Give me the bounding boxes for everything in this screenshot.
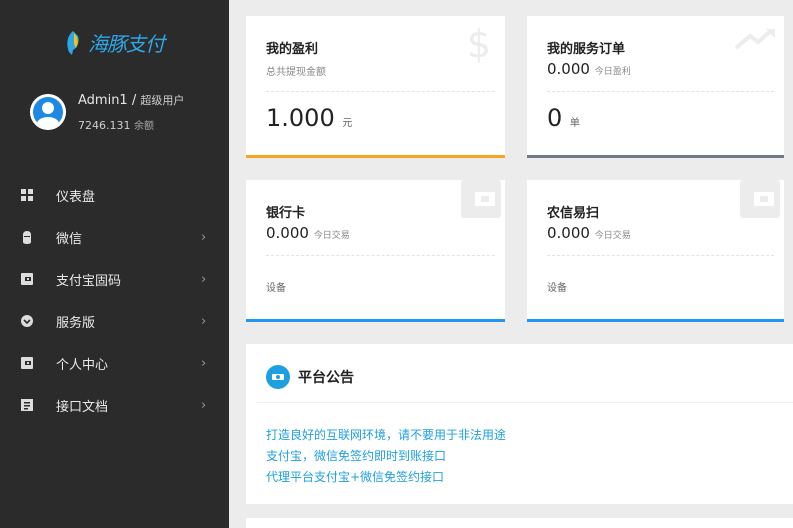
wallet-icon [461, 180, 501, 218]
stat-value: 0.000 [266, 224, 309, 242]
divider [256, 402, 793, 403]
accent-bar [246, 155, 505, 158]
brand-logo[interactable]: 海豚支付 [64, 28, 165, 57]
announcement-line[interactable]: 代理平台支付宝+微信免签约接口 [266, 468, 444, 485]
wallet-icon [740, 180, 780, 218]
device-label[interactable]: 设备 [547, 279, 567, 294]
user-balance: 7246.131 余额 [78, 117, 154, 132]
chevron-right-icon: › [201, 313, 207, 329]
nav-label: 服务版 [56, 315, 96, 331]
stat-label: 今日盈利 [594, 67, 631, 77]
card-title: 我的服务订单 [547, 42, 626, 57]
nav-item-api-docs[interactable]: 接口文档 › [0, 384, 229, 426]
card-value: 0 单 [547, 104, 580, 132]
card-stat: 0.000 今日盈利 [547, 60, 631, 78]
user-separator: / [131, 93, 137, 108]
stat-value: 0.000 [547, 60, 590, 78]
chevron-right-icon: › [201, 355, 207, 371]
chevron-right-icon: › [201, 229, 207, 245]
wechat-icon [20, 230, 34, 244]
user-name-role: Admin1 / 超级用户 [78, 92, 184, 108]
nav-item-dashboard[interactable]: 仪表盘 [0, 174, 229, 216]
card-value: 1.000 元 [266, 104, 352, 132]
avatar[interactable] [30, 94, 66, 130]
orders-card: 我的服务订单 0.000 今日盈利 0 单 [527, 16, 784, 158]
balance-value: 7246.131 [78, 119, 131, 132]
accent-bar [527, 319, 784, 322]
balance-unit: 余额 [134, 121, 154, 132]
announcement-line[interactable]: 支付宝，微信免签约即时到账接口 [266, 447, 446, 464]
dollar-icon: $ [466, 22, 491, 66]
orders-value: 0 [547, 104, 563, 132]
nav-item-profile[interactable]: 个人中心 › [0, 342, 229, 384]
card-title: 我的盈利 [266, 42, 319, 57]
nav-item-wechat[interactable]: 微信 › [0, 216, 229, 258]
orders-unit: 单 [569, 118, 580, 129]
divider [547, 255, 774, 256]
chevron-right-icon: › [201, 397, 207, 413]
stat-label: 今日交易 [313, 231, 350, 241]
sidebar-nav: 仪表盘 微信 › 支付宝固码 › 服务版 › 个人中心 › 接口文档 › [0, 174, 229, 426]
nav-label: 支付宝固码 [56, 273, 122, 289]
service-icon [20, 314, 34, 328]
nav-item-alipay[interactable]: 支付宝固码 › [0, 258, 229, 300]
nav-label: 微信 [56, 231, 83, 247]
user-role: 超级用户 [140, 94, 185, 107]
user-avatar-icon [30, 94, 66, 130]
card-subtitle: 总共提现金额 [266, 67, 326, 78]
nongxin-card: 农信易扫 0.000 今日交易 设备 [527, 180, 784, 322]
chevron-right-icon: › [201, 271, 207, 287]
nav-label: 接口文档 [56, 399, 109, 415]
nav-label: 仪表盘 [56, 189, 96, 205]
profit-card: $ 我的盈利 总共提现金额 1.000 元 [246, 16, 505, 158]
trend-icon [734, 28, 775, 50]
announcement-header: 平台公告 [266, 365, 354, 389]
accent-bar [527, 155, 784, 158]
bank-card: 银行卡 0.000 今日交易 设备 [246, 180, 505, 322]
stat-value: 0.000 [547, 224, 590, 242]
divider [266, 255, 495, 256]
document-icon [20, 398, 34, 412]
dashboard-icon [20, 188, 34, 202]
stat-label: 今日交易 [594, 231, 631, 241]
sidebar: 海豚支付 Admin1 / 超级用户 7246.131 余额 仪表盘 微信 › … [0, 0, 229, 528]
user-name: Admin1 [78, 93, 128, 108]
dolphin-icon [67, 30, 79, 55]
announcement-title: 平台公告 [298, 370, 354, 386]
card-title: 农信易扫 [547, 206, 600, 221]
nav-item-service[interactable]: 服务版 › [0, 300, 229, 342]
brand-name: 海豚支付 [88, 32, 165, 56]
next-panel [246, 518, 793, 528]
profit-value: 1.000 [266, 104, 335, 132]
divider [547, 91, 774, 92]
nav-label: 个人中心 [56, 357, 109, 373]
device-label[interactable]: 设备 [266, 279, 286, 294]
card-stat: 0.000 今日交易 [547, 224, 631, 242]
announcement-panel: 平台公告 打造良好的互联网环境，请不要用于非法用途 支付宝，微信免签约即时到账接… [246, 344, 793, 504]
divider [266, 91, 495, 92]
profit-unit: 元 [342, 118, 353, 129]
announcement-line[interactable]: 打造良好的互联网环境，请不要用于非法用途 [266, 426, 506, 443]
wallet-icon [20, 356, 34, 370]
card-title: 银行卡 [266, 206, 306, 221]
accent-bar [246, 319, 505, 322]
card-stat: 0.000 今日交易 [266, 224, 350, 242]
announcement-icon [266, 365, 290, 389]
wallet-icon [20, 272, 34, 286]
